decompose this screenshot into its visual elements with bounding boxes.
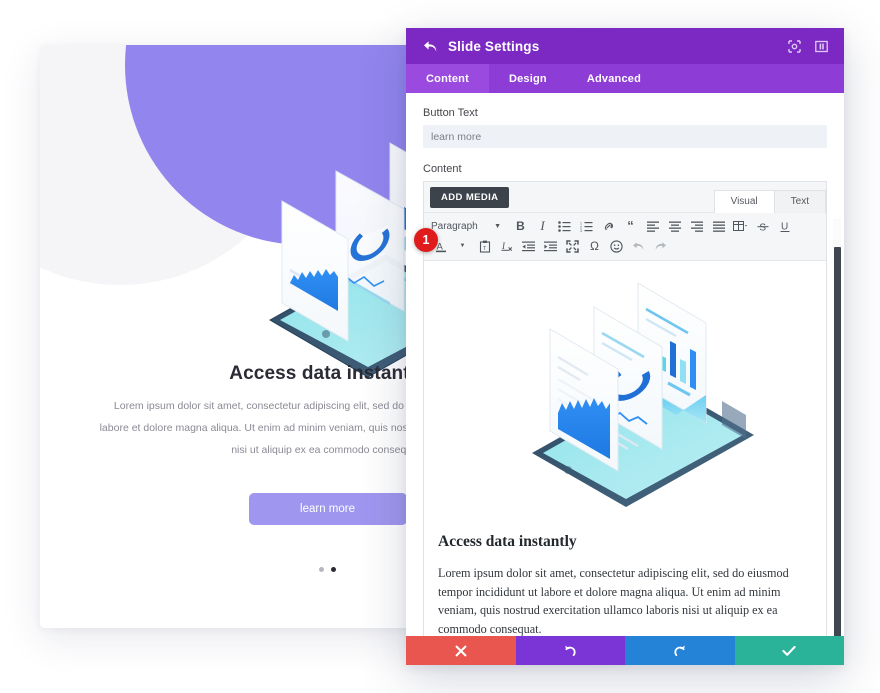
redo-icon[interactable] xyxy=(650,237,671,256)
align-center-icon[interactable] xyxy=(664,217,685,236)
back-arrow-icon[interactable] xyxy=(422,38,438,54)
svg-text:U: U xyxy=(781,221,788,232)
svg-text:S: S xyxy=(759,222,766,233)
tab-advanced[interactable]: Advanced xyxy=(567,64,661,93)
svg-text:T: T xyxy=(483,246,487,252)
redo-button[interactable] xyxy=(625,636,735,665)
add-media-button[interactable]: ADD MEDIA xyxy=(430,187,510,208)
underline-icon[interactable]: U xyxy=(774,217,795,236)
save-button[interactable] xyxy=(734,636,844,665)
editor-toolbar-row-2: A ▼ T I Ω xyxy=(430,236,820,256)
strikethrough-icon[interactable]: S xyxy=(752,217,773,236)
svg-text:I: I xyxy=(501,241,506,251)
tab-visual[interactable]: Visual xyxy=(713,190,775,213)
editor-content-area[interactable]: Access data instantly Lorem ipsum dolor … xyxy=(424,261,826,661)
link-icon[interactable] xyxy=(598,217,619,236)
tab-design[interactable]: Design xyxy=(489,64,567,93)
align-justify-icon[interactable] xyxy=(708,217,729,236)
editor-content-paragraph: Lorem ipsum dolor sit amet, consectetur … xyxy=(438,566,789,636)
bulleted-list-icon[interactable] xyxy=(554,217,575,236)
step-badge-1: 1 xyxy=(414,228,438,252)
pagination-dot-1[interactable] xyxy=(319,567,324,572)
panel-header: Slide Settings xyxy=(406,28,844,64)
expand-icon[interactable] xyxy=(785,37,803,55)
wysiwyg-editor: ADD MEDIA Visual Text Paragraph ▼ B I 1 … xyxy=(423,181,827,662)
slide-settings-panel: Slide Settings Content Design Advanced B… xyxy=(406,28,844,665)
editor-mode-tabs: Visual Text xyxy=(713,190,826,213)
format-select[interactable]: Paragraph ▼ xyxy=(430,217,504,236)
emoji-icon[interactable] xyxy=(606,237,627,256)
bold-icon[interactable]: B xyxy=(510,217,531,236)
italic-icon[interactable]: I xyxy=(532,217,553,236)
cancel-button[interactable] xyxy=(406,636,516,665)
editor-toolbar-row-1: Paragraph ▼ B I 123 “ S U xyxy=(430,216,820,236)
paste-as-text-icon[interactable]: T xyxy=(474,237,495,256)
format-select-value: Paragraph xyxy=(431,220,478,232)
layout-toggle-icon[interactable] xyxy=(812,37,830,55)
fullscreen-icon[interactable] xyxy=(562,237,583,256)
button-text-input[interactable] xyxy=(423,125,827,148)
panel-body: Button Text Content ADD MEDIA Visual Tex… xyxy=(406,93,844,665)
preview-learn-more-button[interactable]: learn more xyxy=(248,493,407,525)
screen-root: Access data instantly Lorem ipsum dolor … xyxy=(0,0,880,693)
dashboard-illustration-editor xyxy=(510,271,770,521)
editor-toolbar: Paragraph ▼ B I 123 “ S U A ▼ T I Ω xyxy=(424,213,826,261)
clear-formatting-icon[interactable]: I xyxy=(496,237,517,256)
panel-action-bar xyxy=(406,636,844,665)
tab-text[interactable]: Text xyxy=(773,190,826,213)
undo-icon[interactable] xyxy=(628,237,649,256)
panel-scrollbar-thumb[interactable] xyxy=(834,247,841,665)
chevron-down-icon: ▼ xyxy=(494,222,501,230)
align-right-icon[interactable] xyxy=(686,217,707,236)
align-left-icon[interactable] xyxy=(642,217,663,236)
blockquote-icon[interactable]: “ xyxy=(620,217,641,236)
tab-content[interactable]: Content xyxy=(406,64,489,93)
outdent-icon[interactable] xyxy=(518,237,539,256)
numbered-list-icon[interactable]: 123 xyxy=(576,217,597,236)
special-character-icon[interactable]: Ω xyxy=(584,237,605,256)
pagination-dot-2[interactable] xyxy=(331,567,336,572)
svg-text:3: 3 xyxy=(580,229,582,232)
panel-tab-bar: Content Design Advanced xyxy=(406,64,844,93)
editor-content-heading: Access data instantly xyxy=(438,533,577,550)
indent-icon[interactable] xyxy=(540,237,561,256)
panel-title: Slide Settings xyxy=(448,38,540,54)
editor-top-bar: ADD MEDIA Visual Text xyxy=(424,182,826,213)
button-text-label: Button Text xyxy=(423,107,478,119)
content-field-label: Content xyxy=(423,163,462,175)
table-icon[interactable] xyxy=(730,217,751,236)
undo-button[interactable] xyxy=(515,636,625,665)
text-color-chevron-down-icon[interactable]: ▼ xyxy=(452,237,473,256)
